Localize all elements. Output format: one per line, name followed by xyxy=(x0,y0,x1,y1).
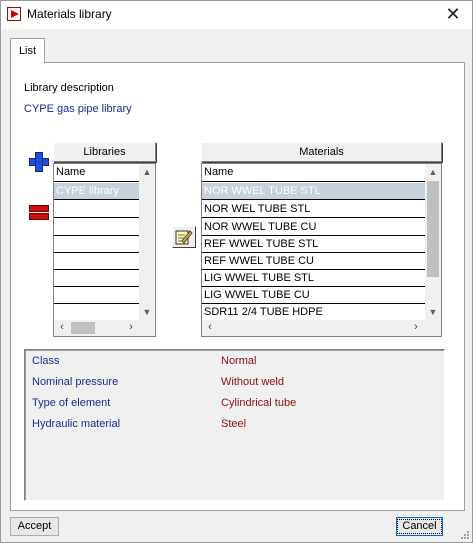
material-row[interactable]: REF WWEL TUBE STL xyxy=(202,236,425,253)
property-value: Steel xyxy=(221,418,247,430)
materials-vertical-scrollbar[interactable]: ▲ ▼ xyxy=(425,164,441,320)
resize-grip-icon[interactable] xyxy=(460,530,470,540)
cancel-button-label: Cancel xyxy=(397,519,442,534)
edit-material-button[interactable] xyxy=(172,226,196,248)
property-value: Without weld xyxy=(221,376,284,388)
scroll-thumb[interactable] xyxy=(71,322,95,334)
libraries-header: Libraries xyxy=(53,142,156,162)
property-label: Class xyxy=(32,355,60,367)
library-row[interactable] xyxy=(54,236,139,253)
scroll-down-icon[interactable]: ▼ xyxy=(425,304,441,320)
library-row[interactable] xyxy=(54,270,139,287)
materials-header: Materials xyxy=(201,142,442,162)
material-row[interactable]: LIG WWEL TUBE CU xyxy=(202,287,425,304)
material-row[interactable]: NOR WEL TUBE STL xyxy=(202,201,425,218)
libraries-vertical-scrollbar[interactable]: ▲ ▼ xyxy=(139,164,155,320)
property-label: Nominal pressure xyxy=(32,376,119,388)
libraries-list[interactable]: Name CYPE library ▲ ▼ ‹ › xyxy=(53,163,156,337)
materials-horizontal-scrollbar[interactable]: ‹ › xyxy=(202,320,441,336)
window-title: Materials library xyxy=(27,7,112,21)
scroll-thumb[interactable] xyxy=(427,181,439,277)
edit-icon xyxy=(175,230,193,245)
library-row[interactable] xyxy=(54,253,139,270)
property-label: Hydraulic material xyxy=(32,418,121,430)
scroll-up-icon[interactable]: ▲ xyxy=(425,164,441,180)
title-bar: Materials library ✕ xyxy=(1,1,472,29)
close-icon[interactable]: ✕ xyxy=(434,1,472,29)
library-row[interactable] xyxy=(54,304,139,321)
library-row[interactable] xyxy=(54,201,139,218)
scroll-left-icon[interactable]: ‹ xyxy=(202,320,218,336)
library-row[interactable] xyxy=(54,219,139,236)
add-library-icon[interactable] xyxy=(27,150,49,172)
scroll-up-icon[interactable]: ▲ xyxy=(139,164,155,180)
library-description-value: CYPE gas pipe library xyxy=(24,103,132,115)
material-row[interactable]: NOR WWEL TUBE CU xyxy=(202,219,425,236)
material-row[interactable]: SDR11 2/4 TUBE HDPE xyxy=(202,304,425,321)
material-row[interactable]: LIG WWEL TUBE STL xyxy=(202,270,425,287)
cancel-button[interactable]: Cancel xyxy=(396,517,443,536)
scroll-right-icon[interactable]: › xyxy=(123,320,139,336)
property-value: Normal xyxy=(221,355,257,367)
scroll-right-icon[interactable]: › xyxy=(408,320,424,336)
property-label: Type of element xyxy=(32,397,111,409)
accept-button[interactable]: Accept xyxy=(10,517,59,536)
app-icon xyxy=(7,7,21,21)
materials-column-name[interactable]: Name xyxy=(202,164,425,182)
materials-list[interactable]: Name NOR WWEL TUBE STL NOR WEL TUBE STL … xyxy=(201,163,442,337)
library-row[interactable]: CYPE library xyxy=(54,183,139,200)
material-row[interactable]: NOR WWEL TUBE STL xyxy=(202,183,425,200)
property-value: Cylindrical tube xyxy=(221,397,297,409)
materials-library-window: Materials library ✕ List Library descrip… xyxy=(0,0,473,543)
library-description-label: Library description xyxy=(24,82,114,94)
delete-library-icon[interactable] xyxy=(27,201,49,223)
tab-panel: Library description CYPE gas pipe librar… xyxy=(10,62,465,511)
libraries-horizontal-scrollbar[interactable]: ‹ › xyxy=(54,320,155,336)
material-row[interactable]: REF WWEL TUBE CU xyxy=(202,253,425,270)
libraries-column-name[interactable]: Name xyxy=(54,164,139,182)
tab-list[interactable]: List xyxy=(10,38,45,63)
material-properties-panel: Class Normal Nominal pressure Without we… xyxy=(24,349,445,501)
scroll-left-icon[interactable]: ‹ xyxy=(54,320,70,336)
scroll-down-icon[interactable]: ▼ xyxy=(139,304,155,320)
library-row[interactable] xyxy=(54,287,139,304)
